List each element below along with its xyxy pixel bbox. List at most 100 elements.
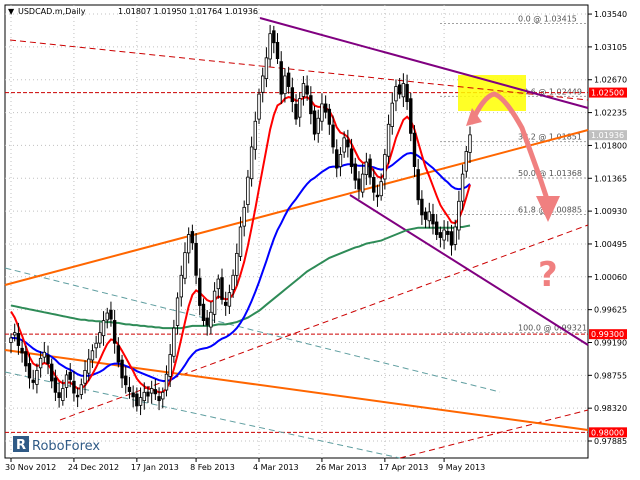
candle-body [13,332,17,336]
candle-body [231,274,235,291]
candle-body [183,252,187,279]
y-tick-label: 0.99625 [594,306,627,315]
x-tick-label: 17 Apr 2013 [379,463,428,472]
logo-icon-letter: R [16,438,26,453]
y-tick-label: 1.02235 [594,109,627,118]
candle-body [397,84,402,95]
candle-body [386,123,391,157]
y-tick-label: 1.01800 [594,141,627,150]
price-chart[interactable]: 0.0 @ 1.0341523.6 @ 1.0244938.2 @ 1.0185… [0,0,640,480]
candle-body [149,388,154,394]
candle-body [301,83,306,97]
candle-body [31,379,35,383]
y-tick-label: 1.00495 [594,240,627,249]
candle-body [38,357,43,369]
y-tick-label: 0.99190 [594,338,627,347]
candle-body [342,137,346,153]
candle-body [127,386,132,392]
candle-body [157,396,161,402]
candle-body [294,103,298,120]
candle-body [212,290,217,315]
price-level-tag-label: 1.02500 [591,89,624,98]
candle-body [427,211,431,222]
candle-body [290,87,295,103]
candle-body [379,181,383,197]
candle-body [46,354,50,365]
candle-body [87,358,91,374]
candle-body [264,57,269,80]
fib-level-label: 0.0 @ 1.03415 [518,14,577,23]
candle-body [79,384,84,395]
fib-level-label: 100.0 @ 0.99321 [518,324,587,333]
candle-body [323,103,328,113]
candle-body [124,375,128,386]
x-tick-label: 30 Nov 2012 [5,463,56,472]
y-tick-label: 1.03105 [594,43,627,52]
candle-body [375,194,380,198]
x-tick-label: 9 May 2013 [438,463,485,472]
candle-body [205,317,209,326]
y-tick-label: 1.02670 [594,76,627,85]
roboforex-logo: R RoboForex [13,436,100,454]
candle-body [220,277,224,300]
x-tick-label: 8 Feb 2013 [190,463,235,472]
candle-body [175,297,180,326]
candle-body [312,110,317,135]
candle-body [223,301,228,306]
candle-body [305,85,309,95]
candle-body [442,229,446,241]
candle-body [286,72,291,87]
candle-body [468,134,472,153]
candle-body [364,161,369,176]
candle-body [431,213,435,225]
candle-body [434,221,439,235]
candle-body [368,158,372,178]
candle-body [357,178,361,190]
candle-body [346,139,350,148]
candle-body [249,146,254,180]
candle-body [457,200,461,231]
logo-text: RoboForex [32,439,100,454]
candle-body [335,149,339,169]
chart-ohlc-label: 1.0180‍7 1.01950 1.01764 1.01936 [118,7,258,16]
candle-body [383,154,387,180]
candle-body [261,75,265,93]
candle-body [24,351,28,367]
candle-body [120,359,124,379]
candle-body [253,120,258,150]
candle-body [331,124,335,148]
candle-body [83,370,87,384]
candle-body [242,206,246,227]
candle-body [57,392,61,399]
candle-body [320,103,324,122]
candle-body [186,234,191,254]
candle-body [75,394,80,398]
x-tick-label: 17 Jan 2013 [131,463,179,472]
candle-body [446,230,450,235]
candle-body [179,274,183,298]
candle-body [50,363,54,382]
candle-body [153,389,158,395]
candle-body [9,337,13,343]
candle-body [394,86,398,102]
candle-body [327,108,332,125]
candle-body [235,252,239,276]
candle-body [372,177,376,193]
candle-body [360,173,365,193]
candle-body [453,226,457,245]
candle-body [309,95,313,115]
candle-body [423,211,428,220]
candle-body [209,311,213,328]
candle-body [61,388,65,401]
candle-body [98,332,102,344]
candle-body [201,303,206,321]
candle-body [416,169,420,201]
candle-body [142,391,146,402]
candle-body [412,132,417,167]
candle-body [64,374,69,388]
candle-body [438,232,443,238]
y-tick-label: 0.97885 [594,437,627,446]
y-tick-label: 0.98320 [594,404,627,413]
forecast-question-mark: ? [538,255,558,295]
y-tick-label: 1.03540 [594,10,627,19]
